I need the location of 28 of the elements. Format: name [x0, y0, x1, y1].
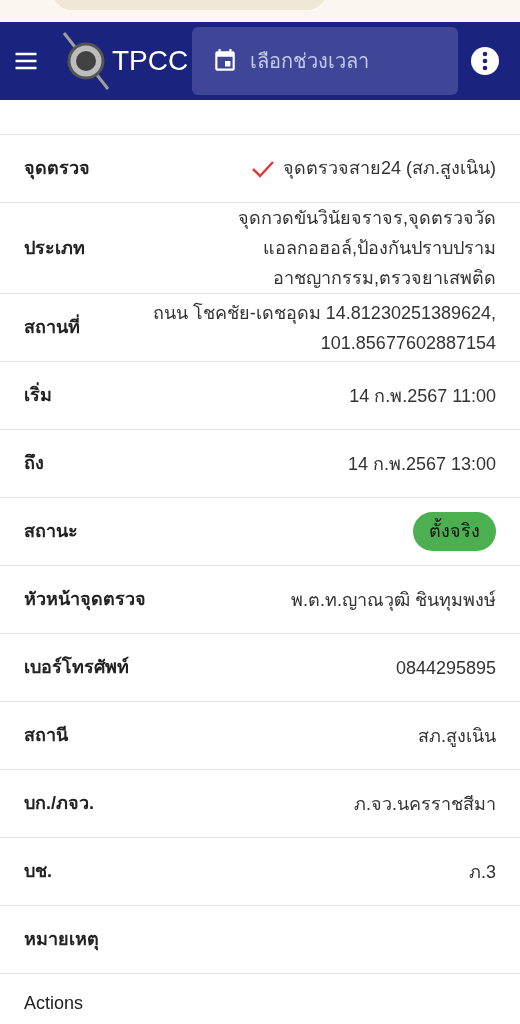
- detail-label: สถานี: [24, 724, 68, 747]
- actions-heading: Actions: [24, 993, 84, 1013]
- detail-value: จุดตรวจสาย24 (สภ.สูงเนิน): [283, 157, 496, 181]
- detail-label: หัวหน้าจุดตรวจ: [24, 588, 146, 613]
- status-badge: ตั้งจริง: [413, 512, 496, 551]
- more-options-icon[interactable]: [470, 46, 500, 76]
- detail-value: สภ.สูงเนิน: [418, 724, 496, 749]
- date-range-field[interactable]: เลือกช่วงเวลา: [192, 27, 459, 95]
- detail-label: สถานที่: [24, 314, 80, 341]
- detail-value: 0844295895: [395, 656, 496, 680]
- detail-label: จุดตรวจ: [24, 157, 90, 182]
- detail-value: ภ.3: [469, 860, 496, 884]
- detail-label: เริ่ม: [24, 382, 52, 409]
- detail-value: 14 ก.พ.2567 11:00: [349, 384, 496, 408]
- detail-label: ประเภท: [24, 236, 85, 260]
- detail-value: พ.ต.ท.ญาณวุฒิ ชินทุมพงษ์: [291, 588, 496, 613]
- detail-label: บก./ภจว.: [24, 792, 94, 815]
- detail-value: จุดกวดขันวินัยจราจร,จุดตรวจวัดแอลกอฮอล์,ป้องกันปราบปรามอาชญากรรม,ตรวจยาเสพติด: [237, 207, 496, 290]
- detail-value: ถนน โชคชัย-เดชอุดม 14.81230251389624, 101.85677602887154: [151, 301, 496, 355]
- detail-value: ภ.จว.นครราชสีมา: [354, 792, 496, 816]
- detail-label: หมายเหตุ: [24, 928, 99, 953]
- badge-logo-icon: [60, 31, 112, 91]
- detail-label: เบอร์โทรศัพท์: [24, 655, 129, 679]
- app-title: TPCC: [112, 44, 189, 78]
- detail-label: ถึง: [24, 452, 44, 475]
- detail-label: สถานะ: [24, 520, 78, 543]
- detail-value: 14 ก.พ.2567 13:00: [347, 452, 496, 476]
- detail-label: บช.: [24, 860, 52, 883]
